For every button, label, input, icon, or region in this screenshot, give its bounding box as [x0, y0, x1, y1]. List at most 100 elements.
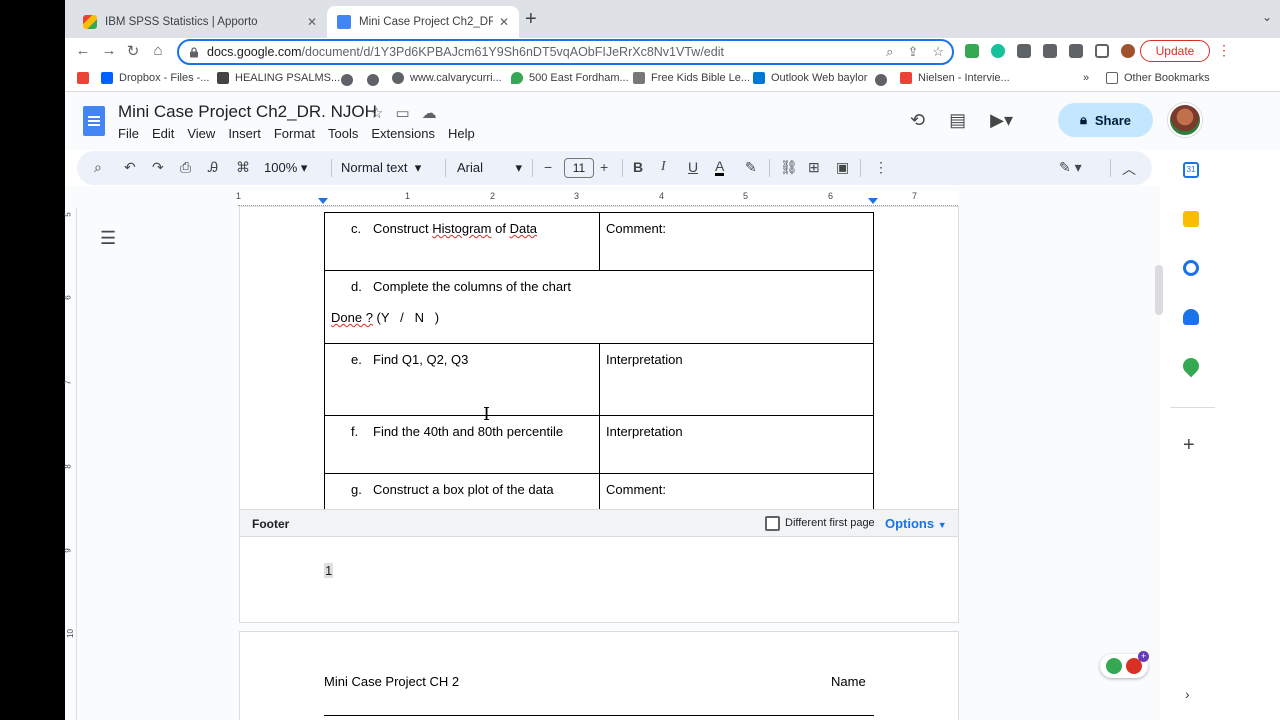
zoom-lens-icon[interactable]: ⌕ [886, 44, 893, 60]
print-icon[interactable]: ⎙ [180, 159, 191, 176]
table-cell[interactable]: Comment: [599, 212, 874, 271]
bookmark-item[interactable]: HEALING PSALMS... [217, 72, 340, 84]
different-first-page-label[interactable]: Different first page [785, 517, 875, 529]
sidepanel-icon[interactable] [1095, 44, 1109, 58]
chevron-down-icon[interactable]: ⌄ [1262, 10, 1272, 24]
share-page-icon[interactable]: ⇪ [907, 44, 918, 60]
other-bookmarks[interactable]: Other Bookmarks [1106, 72, 1210, 84]
menu-insert[interactable]: Insert [228, 126, 261, 141]
bookmark-item[interactable]: 500 East Fordham... [511, 72, 629, 84]
address-bar[interactable]: docs.google.com/document/d/1Y3Pd6KPBAJcm… [177, 39, 954, 65]
keep-icon[interactable] [1183, 211, 1199, 227]
zoom-select[interactable]: 100% ▾ [264, 160, 307, 176]
tasks-icon[interactable] [1183, 260, 1199, 276]
bookmark-item[interactable]: Dropbox - Files -... [101, 72, 209, 84]
spelling-flagged-word[interactable]: Histogram [432, 221, 491, 236]
left-indent-marker[interactable] [318, 198, 328, 204]
table-cell[interactable]: Interpretation [599, 343, 874, 416]
table-cell[interactable]: d. Complete the columns of the chart Done… [324, 270, 874, 344]
contacts-icon[interactable] [1183, 309, 1199, 325]
bookmarks-overflow-button[interactable]: » [1083, 72, 1089, 84]
globe-icon[interactable] [341, 74, 353, 86]
more-options-icon[interactable]: ⋮ [874, 159, 888, 176]
cloud-saved-icon[interactable]: ☁ [422, 104, 437, 122]
increase-font-icon[interactable]: + [600, 159, 608, 175]
bold-icon[interactable]: B [633, 159, 643, 175]
search-menus-icon[interactable]: ⌕ [94, 159, 102, 176]
tab-spss[interactable]: IBM SPSS Statistics | Apporto ✕ [73, 6, 327, 38]
tab-docs[interactable]: Mini Case Project Ch2_DR. NJO ✕ [327, 6, 519, 38]
paint-format-icon[interactable]: ⌘ [236, 159, 250, 176]
menu-file[interactable]: File [118, 126, 139, 141]
page-number[interactable]: 1 [324, 563, 334, 578]
different-first-page-checkbox[interactable] [765, 516, 780, 531]
star-icon[interactable]: ☆ [370, 104, 383, 122]
profile-icon[interactable] [1121, 44, 1135, 58]
bookmark-item[interactable]: www.calvarycurri... [392, 72, 502, 84]
footer-options-button[interactable]: Options ▼ [885, 516, 947, 531]
vertical-scrollbar[interactable] [1155, 265, 1163, 315]
text-color-icon[interactable]: A [715, 159, 725, 176]
horizontal-ruler[interactable] [238, 190, 958, 206]
bookmark-star-icon[interactable]: ☆ [932, 44, 944, 60]
font-select[interactable]: Arial ▾ [457, 160, 522, 176]
document-outline-icon[interactable]: ☰ [100, 228, 116, 249]
close-icon[interactable]: ✕ [307, 15, 317, 29]
globe-icon[interactable] [875, 74, 887, 86]
media-icon[interactable] [1069, 44, 1083, 58]
more-vert-icon[interactable]: ⋮ [1217, 42, 1231, 59]
paragraph-style-select[interactable]: Normal text ▾ [341, 160, 421, 176]
share-button[interactable]: 🔒︎ Share [1058, 103, 1153, 137]
puzzle-icon[interactable] [1043, 44, 1057, 58]
update-button[interactable]: Update [1140, 40, 1210, 62]
right-indent-marker[interactable] [868, 198, 878, 204]
comments-icon[interactable]: ▤ [949, 110, 966, 131]
bookmark-item[interactable]: Free Kids Bible Le... [633, 72, 750, 84]
link-icon[interactable]: ⛓ [780, 159, 798, 176]
calendar-icon[interactable]: 31 [1183, 162, 1199, 178]
menu-help[interactable]: Help [448, 126, 475, 141]
meet-video-icon[interactable]: ▶▾ [990, 110, 1013, 131]
menu-edit[interactable]: Edit [152, 126, 174, 141]
menu-extensions[interactable]: Extensions [371, 126, 435, 141]
redo-icon[interactable]: ↷ [152, 159, 164, 176]
reload-icon[interactable]: ↻ [123, 42, 143, 60]
table-cell[interactable]: Comment: [599, 473, 874, 510]
insert-image-icon[interactable]: ▣ [836, 159, 849, 176]
collapse-menus-icon[interactable]: ︿ [1122, 159, 1136, 179]
move-folder-icon[interactable]: ▭ [395, 104, 409, 122]
editing-mode-icon[interactable]: ✎ ▾ [1059, 159, 1082, 176]
undo-icon[interactable]: ↶ [124, 159, 136, 176]
highlight-icon[interactable]: ✎ [745, 159, 757, 176]
font-size-input[interactable]: 11 [564, 158, 594, 178]
extension-green-icon[interactable] [965, 44, 979, 58]
table-cell[interactable]: e. Find Q1, Q2, Q3 [324, 343, 600, 416]
new-tab-icon[interactable]: + [525, 8, 537, 31]
spellcheck-icon[interactable]: Ꭿ [208, 159, 218, 176]
table-cell[interactable]: f. Find the 40th and 80th percentile [324, 415, 600, 474]
google-icon[interactable] [77, 72, 89, 84]
docs-logo-icon[interactable] [83, 106, 105, 136]
explore-assistant-button[interactable]: + [1100, 651, 1149, 678]
back-icon[interactable]: ← [73, 42, 93, 59]
bookmark-item[interactable]: Outlook Web baylor [753, 72, 867, 84]
table-cell[interactable]: g. Construct a box plot of the data [324, 473, 600, 510]
spelling-flagged-word[interactable]: Done ? [331, 310, 373, 325]
document-title[interactable]: Mini Case Project Ch2_DR. NJOH [118, 102, 377, 122]
add-comment-icon[interactable]: ⊞ [808, 159, 820, 176]
table-cell[interactable]: c. Construct Histogram of Data [324, 212, 600, 271]
extension-grammarly-icon[interactable] [991, 44, 1005, 58]
italic-icon[interactable]: I [661, 159, 666, 175]
chevron-right-icon[interactable]: › [1185, 686, 1190, 702]
forward-icon[interactable]: → [99, 42, 119, 59]
table-cell[interactable]: Interpretation [599, 415, 874, 474]
menu-tools[interactable]: Tools [328, 126, 358, 141]
add-addon-icon[interactable]: + [1183, 434, 1195, 457]
extension-tool-icon[interactable] [1017, 44, 1031, 58]
decrease-font-icon[interactable]: − [544, 159, 552, 175]
history-icon[interactable]: ⟲ [910, 110, 925, 131]
underline-icon[interactable]: U [688, 159, 698, 175]
spelling-flagged-word[interactable]: Data [510, 221, 537, 236]
account-avatar[interactable] [1168, 103, 1202, 137]
bookmark-item[interactable]: Nielsen - Intervie... [900, 72, 1010, 84]
